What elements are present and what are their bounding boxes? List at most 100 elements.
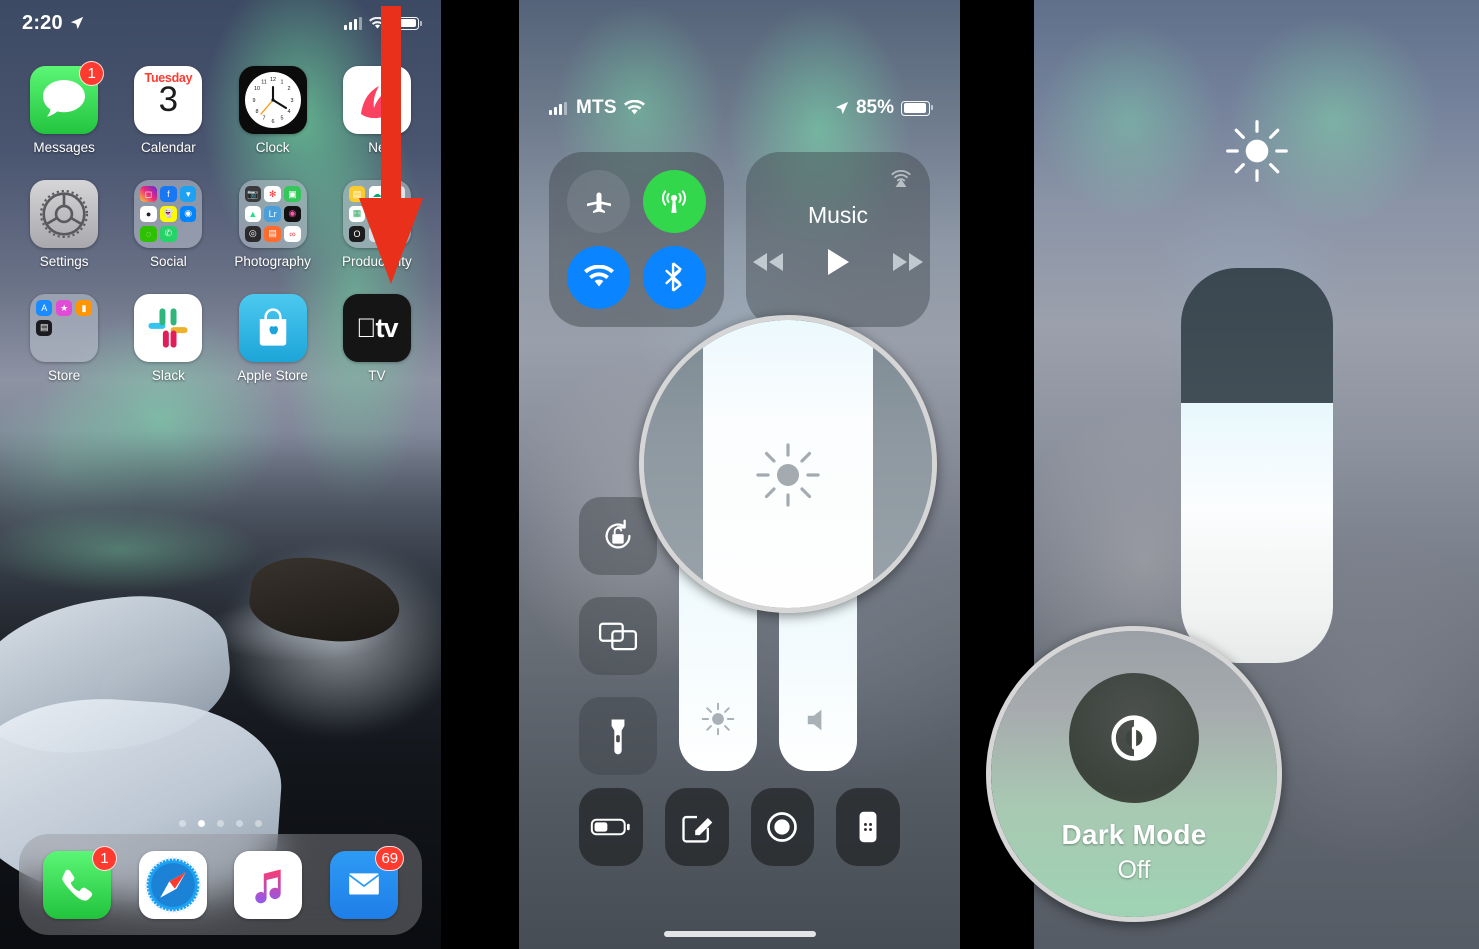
apple-store-icon[interactable] bbox=[238, 294, 307, 362]
shopping-bag-glyph bbox=[259, 308, 286, 346]
mini-empty-slot bbox=[180, 226, 196, 242]
mini-infinity-icon: ∞ bbox=[284, 225, 301, 242]
svg-text:3: 3 bbox=[290, 98, 293, 104]
volume-slider-glyph bbox=[779, 703, 857, 737]
app-label: Photography bbox=[234, 254, 311, 269]
slack-glyph bbox=[148, 308, 188, 348]
brightness-slider-loupe bbox=[639, 315, 937, 613]
clock-face: 12 1 2 345 678 9 10 11 bbox=[244, 72, 301, 128]
app-label: Apple Store bbox=[237, 368, 308, 383]
dark-mode-loupe: Dark Mode Off bbox=[986, 626, 1282, 922]
calendar-date: 3 bbox=[158, 80, 179, 119]
dock-item-mail[interactable]: 69 bbox=[330, 845, 405, 919]
app-label: Messages bbox=[33, 140, 95, 155]
app-clock[interactable]: 12 1 2 345 678 9 10 11 Clock bbox=[221, 66, 325, 155]
control-center-top-row: Music bbox=[549, 152, 930, 327]
airplane-mode-toggle[interactable] bbox=[567, 170, 631, 234]
dark-mode-label: Dark Mode Off bbox=[991, 819, 1277, 885]
flashlight-icon bbox=[611, 719, 625, 755]
rotation-lock-icon bbox=[605, 519, 631, 549]
brightness-slider[interactable] bbox=[1180, 268, 1333, 663]
status-bar-right: 85% bbox=[835, 97, 933, 119]
magnified-brightness-slider[interactable] bbox=[703, 320, 873, 608]
loupe-content bbox=[644, 320, 932, 608]
app-folder-social[interactable]: ◻ f ▾ ● 👻 ◉ ◌ ✆ Social bbox=[116, 180, 220, 269]
icon-wrap: 1 bbox=[30, 61, 105, 134]
battery-icon bbox=[901, 100, 933, 116]
music-note-glyph bbox=[255, 868, 282, 903]
flashlight-toggle[interactable] bbox=[579, 697, 657, 775]
status-bar: MTS 85% bbox=[519, 88, 960, 128]
folder-store-icon[interactable]: A ★ ▮ ▤ bbox=[30, 294, 99, 362]
settings-gear-icon[interactable] bbox=[30, 180, 99, 248]
folder-social-icon[interactable]: ◻ f ▾ ● 👻 ◉ ◌ ✆ bbox=[134, 180, 203, 248]
dock-item-phone[interactable]: 1 bbox=[42, 845, 117, 919]
brightness-sun-icon bbox=[701, 702, 735, 736]
dark-mode-toggle[interactable] bbox=[1069, 673, 1199, 803]
app-messages[interactable]: 1 Messages bbox=[12, 61, 116, 155]
screen-record-icon bbox=[767, 812, 798, 842]
page-dot[interactable] bbox=[217, 820, 224, 827]
dark-mode-state: Off bbox=[1117, 856, 1151, 884]
now-playing-title: Music bbox=[807, 202, 869, 228]
page-dot[interactable] bbox=[179, 820, 186, 827]
app-calendar[interactable]: Tuesday 3 Calendar bbox=[116, 66, 220, 155]
now-playing-module[interactable]: Music bbox=[746, 152, 930, 327]
music-note-icon[interactable] bbox=[234, 850, 303, 919]
app-folder-photography[interactable]: 📷 ✻ ▣ ▲ Lr ◉ ◎ ▤ ∞ Photography bbox=[221, 180, 325, 269]
status-bar-left: MTS bbox=[549, 97, 645, 119]
rewind-icon[interactable] bbox=[751, 251, 785, 273]
folder-photography-icon[interactable]: 📷 ✻ ▣ ▲ Lr ◉ ◎ ▤ ∞ bbox=[238, 180, 307, 248]
svg-text:1: 1 bbox=[280, 80, 283, 86]
calendar-icon[interactable]: Tuesday 3 bbox=[134, 66, 203, 134]
home-indicator[interactable] bbox=[663, 931, 816, 937]
app-slack[interactable]: Slack bbox=[116, 294, 220, 383]
page-dot-active[interactable] bbox=[198, 820, 205, 827]
wifi-toggle[interactable] bbox=[567, 245, 631, 309]
notes-toggle[interactable] bbox=[664, 788, 729, 866]
clock-hands-glyph: 12 12 345 678 9 1011 bbox=[252, 77, 293, 125]
slack-icon[interactable] bbox=[134, 294, 203, 362]
clock-icon[interactable]: 12 1 2 345 678 9 10 11 bbox=[238, 66, 307, 134]
connectivity-module bbox=[549, 152, 724, 327]
safari-compass-icon[interactable] bbox=[138, 850, 207, 919]
brightness-slider-fill bbox=[1180, 403, 1333, 663]
screen-mirroring-icon bbox=[598, 622, 638, 651]
mini-photoeditor-icon: ▤ bbox=[264, 225, 281, 242]
app-label: Clock bbox=[255, 140, 290, 155]
badge-count: 1 bbox=[91, 845, 117, 871]
loupe-content: Dark Mode Off bbox=[991, 631, 1277, 917]
fast-forward-icon[interactable] bbox=[891, 251, 925, 273]
svg-text:9: 9 bbox=[252, 98, 255, 104]
cellular-data-toggle[interactable] bbox=[642, 170, 706, 234]
wifi-icon bbox=[583, 265, 614, 287]
app-folder-store[interactable]: A ★ ▮ ▤ Store bbox=[12, 294, 116, 383]
apple-tv-icon[interactable]: tv bbox=[342, 294, 411, 362]
low-power-mode-toggle[interactable] bbox=[579, 788, 643, 866]
mini-appstore-icon: A bbox=[36, 300, 53, 317]
volume-icon bbox=[807, 709, 822, 731]
svg-text:11: 11 bbox=[261, 80, 267, 86]
bluetooth-toggle[interactable] bbox=[642, 245, 706, 309]
app-settings[interactable]: Settings bbox=[12, 180, 116, 269]
play-icon[interactable] bbox=[825, 247, 851, 277]
airplay-audio-icon[interactable] bbox=[888, 165, 914, 191]
carrier-name: MTS bbox=[576, 97, 617, 118]
app-tv[interactable]: tv TV bbox=[325, 294, 429, 383]
screen-mirroring-toggle[interactable] bbox=[579, 597, 657, 675]
badge-count: 1 bbox=[79, 61, 105, 86]
page-dot[interactable] bbox=[236, 820, 243, 827]
mini-vk-icon: ● bbox=[140, 205, 157, 223]
apple-tv-wordmark: tv bbox=[356, 312, 398, 343]
page-dots[interactable] bbox=[0, 820, 441, 827]
mini-wallet-icon: ▤ bbox=[36, 319, 53, 337]
page-dot[interactable] bbox=[255, 820, 262, 827]
brightness-sun-icon bbox=[1225, 120, 1288, 182]
screen-recording-toggle[interactable] bbox=[750, 788, 815, 866]
app-apple-store[interactable]: Apple Store bbox=[221, 294, 325, 383]
app-label: Settings bbox=[39, 254, 89, 269]
location-arrow-icon bbox=[70, 16, 83, 30]
mini-empty-slot bbox=[76, 340, 92, 356]
apple-tv-remote-toggle[interactable] bbox=[836, 788, 900, 866]
gear-glyph bbox=[40, 190, 89, 238]
